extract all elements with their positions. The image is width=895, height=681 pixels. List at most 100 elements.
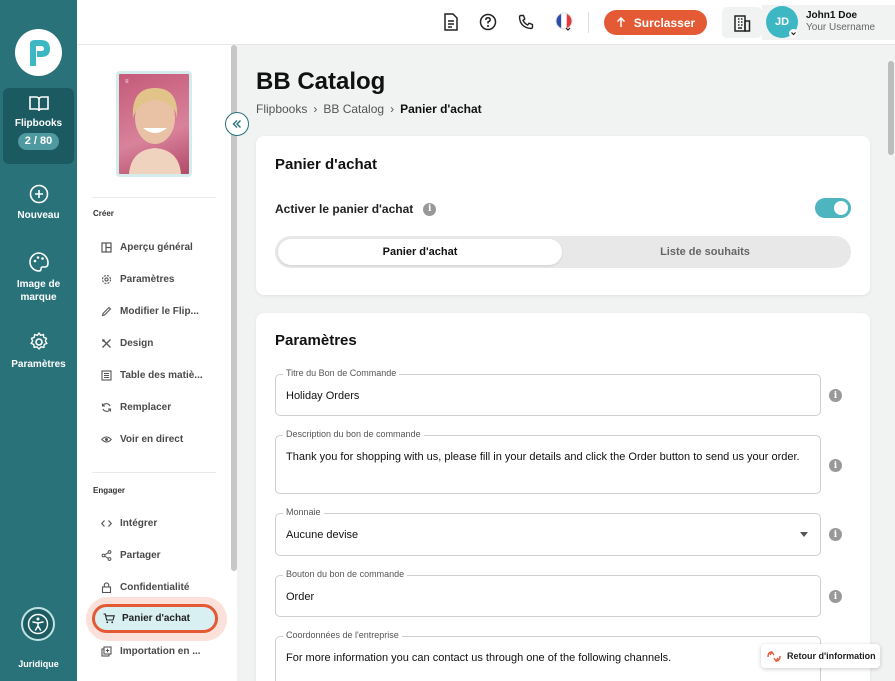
gear-icon [29,332,48,350]
chevron-down-icon [789,29,798,38]
order-settings-card: Paramètres Titre du Bon de Commande Holi… [256,313,870,681]
help-icon[interactable] [478,12,498,32]
cart-icon [103,613,115,624]
field-value: Aucune devise [286,529,359,541]
feedback-icon [767,650,781,662]
upgrade-label: Surclasser [633,15,696,30]
accessibility-button[interactable] [21,607,55,641]
menu-item-label: Remplacer [120,402,172,413]
enable-cart-row: Activer le panier d'achat i [275,202,437,216]
info-icon[interactable]: i [423,202,437,216]
rail-brand-label: Image de marque [16,279,61,303]
chevron-double-left-icon [232,120,241,128]
company-details-field[interactable]: Coordonnées de l'entreprise For more inf… [275,630,821,681]
phone-icon[interactable] [516,12,536,32]
enable-cart-label: Activer le panier d'achat [275,202,414,216]
rail-item-new[interactable]: Nouveau [0,184,77,222]
field-value: For more information you can contact us … [286,652,672,664]
menu-item-share[interactable]: Partager [101,550,161,561]
rail-new-label: Nouveau [17,210,60,221]
svg-text:≡: ≡ [125,79,129,85]
main-scrollbar[interactable] [888,61,894,155]
menu-item-embed[interactable]: Intégrer [101,518,157,529]
topbar-divider [588,12,589,33]
menu-item-settings[interactable]: Paramètres [101,274,174,285]
share-icon [101,550,112,561]
field-value: Holiday Orders [286,390,360,402]
order-title-field[interactable]: Titre du Bon de Commande Holiday Orders [275,368,821,416]
lock-icon [101,582,112,593]
document-icon[interactable] [441,12,461,32]
breadcrumb-catalog[interactable]: BB Catalog [323,102,384,116]
menu-item-shopping-cart[interactable]: Panier d'achat [92,604,218,633]
menu-item-label: Partager [120,550,161,561]
menu-item-label: Design [120,338,154,349]
feedback-label: Retour d'information [787,651,876,661]
menu-item-overview[interactable]: Aperçu général [101,242,193,253]
legal-link[interactable]: Juridique [0,659,77,669]
menu-item-view-live[interactable]: Voir en direct [101,434,183,445]
section-title-engage: Engager [93,486,126,495]
card-title: Paramètres [275,332,357,349]
cart-settings-card: Panier d'achat Activer le panier d'achat… [256,136,870,295]
menu-item-label: Panier d'achat [122,613,190,624]
tab-shopping-cart[interactable]: Panier d'achat [278,239,562,265]
flipbooks-count-badge: 2 / 80 [17,133,60,150]
breadcrumb-separator: › [313,102,318,116]
field-value: Order [286,591,315,603]
section-title-create: Créer [93,209,114,218]
menu-item-edit[interactable]: Modifier le Flip... [101,306,199,317]
import-icon [101,646,112,657]
user-name: John1 Doe [806,10,858,21]
refresh-icon [101,403,112,412]
menu-item-label: Voir en direct [120,434,184,445]
rail-item-brand[interactable]: Image de marque [0,251,77,304]
menu-item-privacy[interactable]: Confidentialité [101,582,189,593]
order-button-field[interactable]: Bouton du bon de commande Order [275,569,821,617]
upgrade-button[interactable]: Surclasser [604,10,707,35]
order-description-field[interactable]: Description du bon de commande Thank you… [275,429,821,494]
menu-item-label: Intégrer [120,518,158,529]
menu-item-toc[interactable]: Table des matiè... [101,370,203,381]
rail-flipbooks-label: Flipbooks [14,118,63,129]
menu-item-import[interactable]: Importation en ... [101,646,201,657]
plus-circle-icon [29,184,48,204]
menu-item-label: Confidentialité [120,582,190,593]
cart-mode-tabs: Panier d'achat Liste de souhaits [275,236,851,268]
breadcrumb-flipbooks[interactable]: Flipbooks [256,102,307,116]
dropdown-caret-icon [800,532,808,537]
app-logo[interactable] [15,29,62,76]
breadcrumb-separator: › [390,102,395,116]
tab-wishlist[interactable]: Liste de souhaits [562,239,848,265]
main-content: BB Catalog Flipbooks › BB Catalog › Pani… [237,45,895,681]
currency-select[interactable]: Monnaie Aucune devise [275,507,821,556]
field-label: Description du bon de commande [283,429,424,439]
collapse-panel-button[interactable] [225,112,249,136]
rail-item-flipbooks[interactable]: Flipbooks 2 / 80 [3,88,74,164]
info-icon[interactable]: i [829,590,842,603]
accessibility-icon [27,613,49,635]
rail-item-params[interactable]: Paramètres [0,331,77,371]
flipbook-cover-thumbnail[interactable]: ≡ [116,71,192,177]
building-button[interactable] [722,7,762,38]
menu-item-replace[interactable]: Remplacer [101,402,171,413]
rail-params-label: Paramètres [11,359,66,370]
field-label: Bouton du bon de commande [283,569,408,579]
flag-fr-icon[interactable] [554,12,574,32]
info-icon[interactable]: i [829,459,842,472]
layout-icon [101,242,112,253]
feedback-button[interactable]: Retour d'information [761,644,880,668]
page-title: BB Catalog [256,68,386,95]
info-icon[interactable]: i [829,528,842,541]
book-icon [28,96,49,112]
pencil-icon [101,306,112,317]
enable-cart-toggle[interactable] [815,198,851,218]
info-icon[interactable]: i [829,389,842,402]
building-icon [734,14,751,32]
field-label: Coordonnées de l'entreprise [283,630,402,640]
menu-item-design[interactable]: Design [101,338,153,349]
menu-item-label: Table des matiè... [120,370,203,381]
top-bar: Surclasser JD John1 Doe Your Username [77,0,895,45]
palette-icon [28,252,49,272]
user-menu[interactable]: JD John1 Doe Your Username [762,5,895,40]
